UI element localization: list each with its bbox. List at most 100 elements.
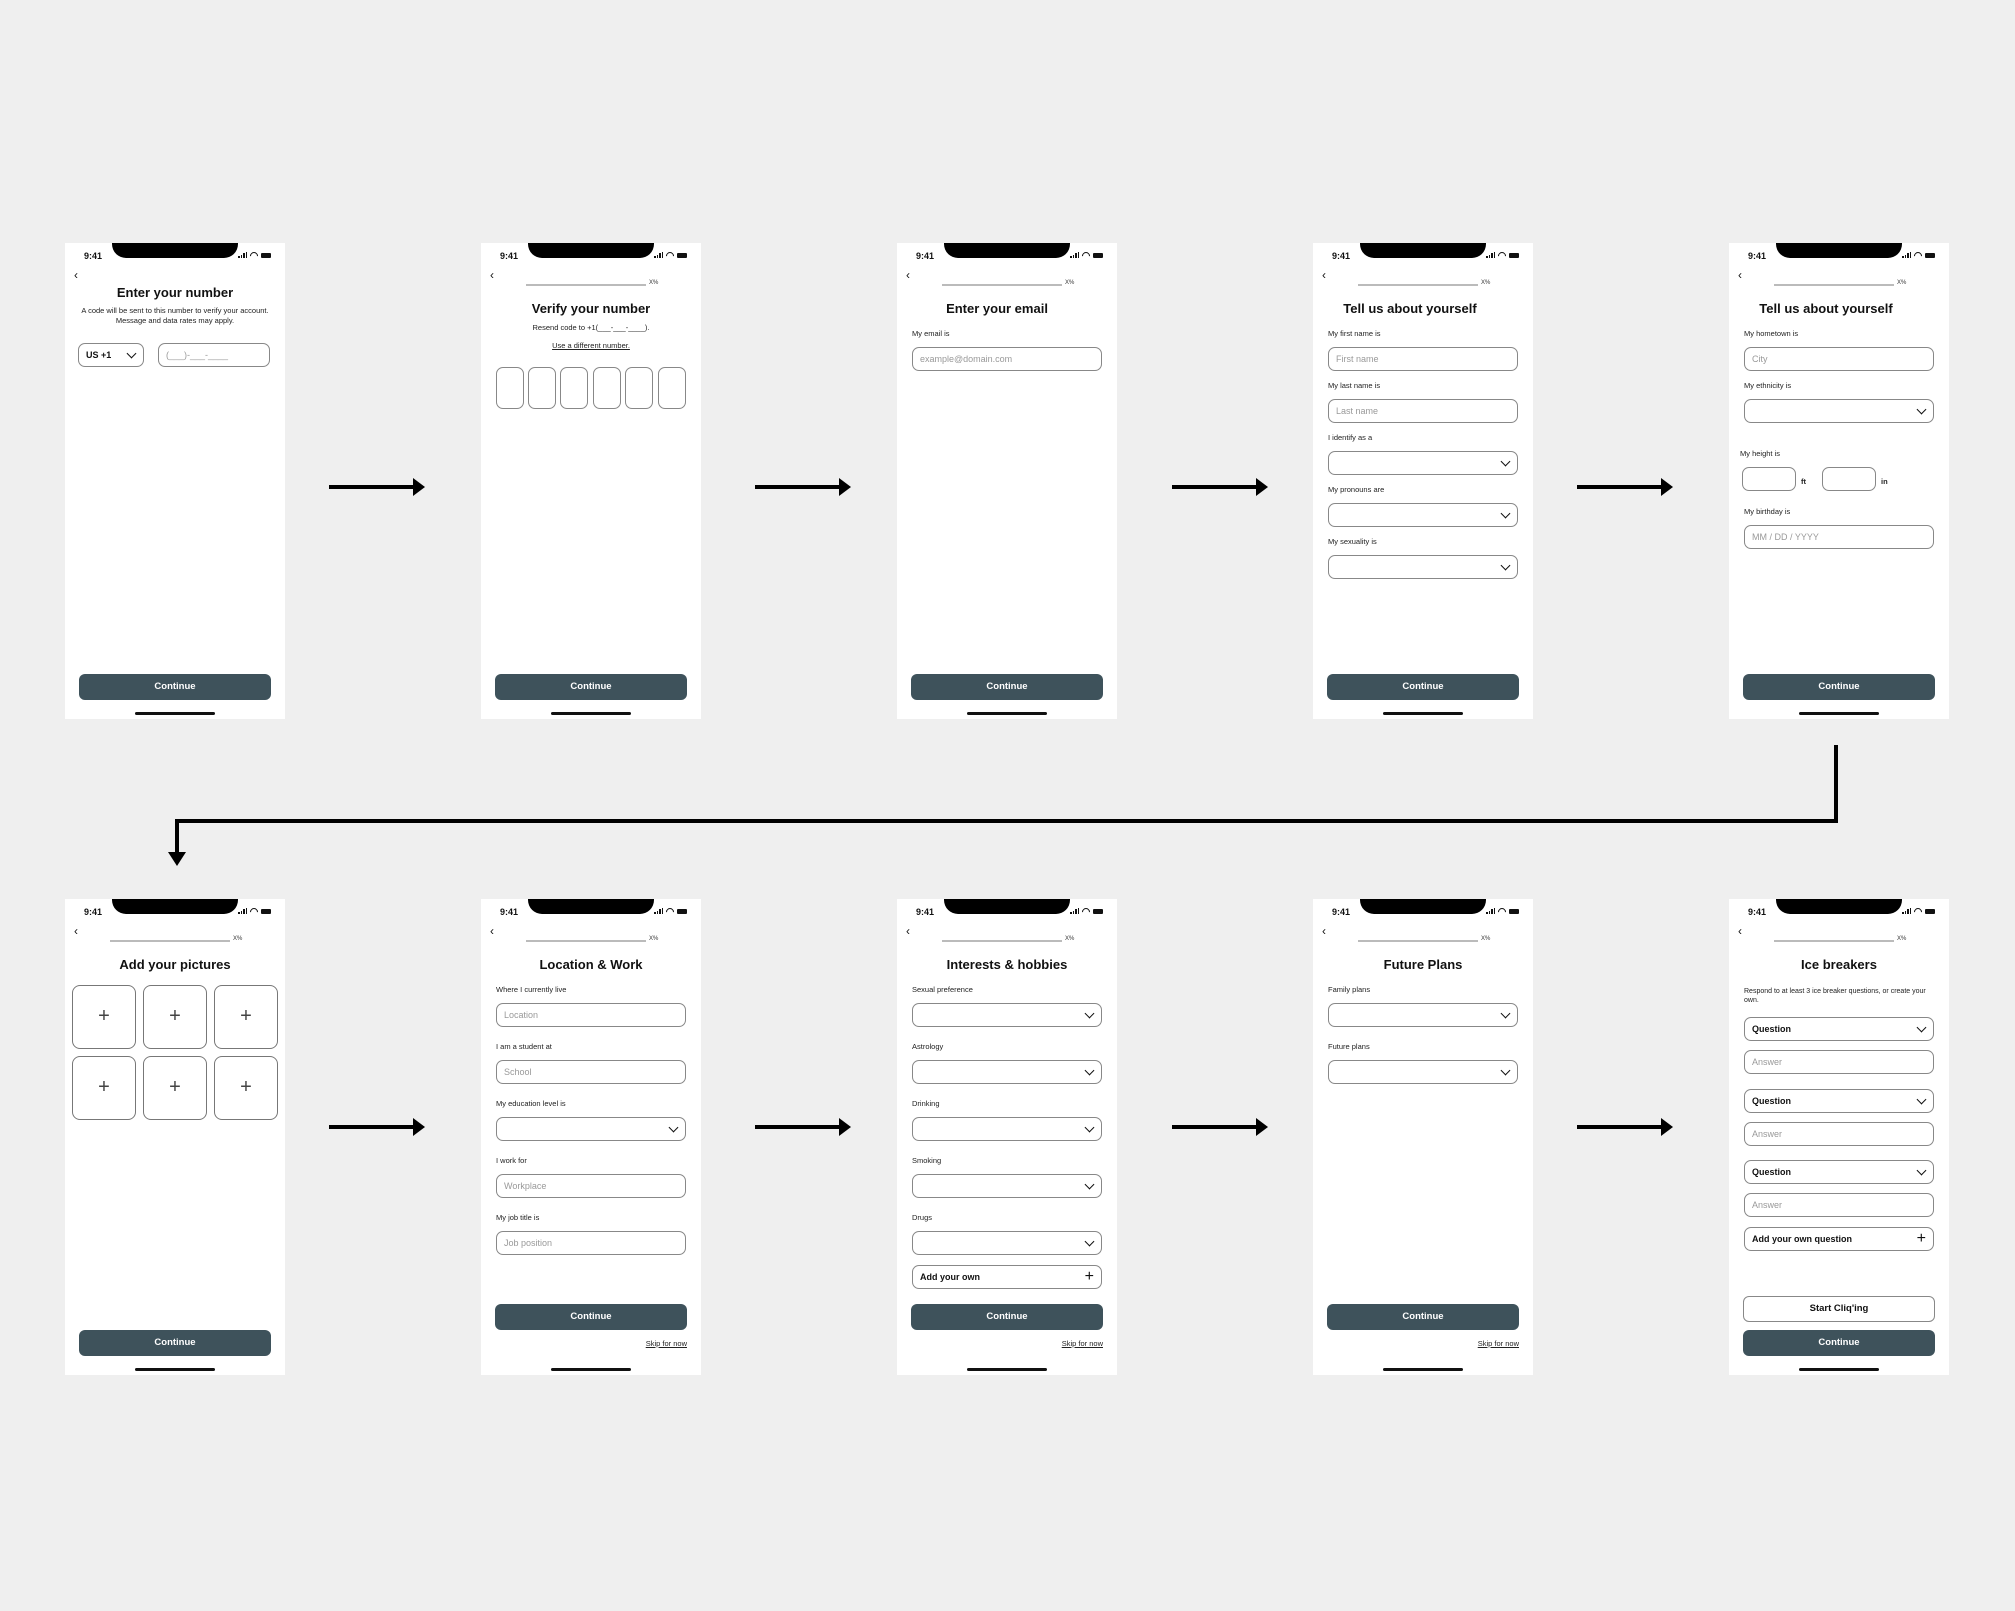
otp-digit-input[interactable] (528, 367, 556, 409)
page-title: Tell us about yourself (1343, 301, 1477, 316)
drugs-select[interactable] (912, 1231, 1102, 1255)
chevron-down-icon (1500, 1008, 1511, 1019)
astrology-select[interactable] (912, 1060, 1102, 1084)
add-photo-slot[interactable]: + (143, 1056, 207, 1120)
continue-button[interactable]: Continue (495, 674, 687, 700)
flow-connector (175, 819, 1838, 823)
flow-arrow (1172, 478, 1268, 496)
page-title: Future Plans (1383, 957, 1463, 972)
continue-button[interactable]: Continue (1327, 1304, 1519, 1330)
workplace-input[interactable]: Workplace (496, 1174, 686, 1198)
question-select[interactable]: Question (1744, 1089, 1934, 1113)
back-chevron-icon[interactable]: ‹ (906, 925, 910, 937)
drinking-select[interactable] (912, 1117, 1102, 1141)
continue-button[interactable]: Continue (911, 674, 1103, 700)
location-input[interactable]: Location (496, 1003, 686, 1027)
back-chevron-icon[interactable]: ‹ (906, 269, 910, 281)
back-chevron-icon[interactable]: ‹ (1322, 269, 1326, 281)
question-select[interactable]: Question (1744, 1160, 1934, 1184)
status-time: 9:41 (500, 251, 519, 261)
family-plans-select[interactable] (1328, 1003, 1518, 1027)
chevron-down-icon (1916, 1165, 1927, 1176)
birthday-input[interactable]: MM / DD / YYYY (1744, 525, 1934, 549)
status-time: 9:41 (84, 251, 103, 261)
back-chevron-icon[interactable]: ‹ (1738, 925, 1742, 937)
height-inches-input[interactable] (1822, 467, 1876, 491)
continue-button[interactable]: Continue (1743, 674, 1935, 700)
country-code-select[interactable]: US +1 (78, 343, 144, 367)
otp-digit-input[interactable] (593, 367, 621, 409)
add-photo-slot[interactable]: + (214, 985, 278, 1049)
education-select[interactable] (496, 1117, 686, 1141)
progress-percent: X% (1897, 936, 1907, 942)
progress-percent: X% (649, 936, 659, 942)
back-chevron-icon[interactable]: ‹ (490, 269, 494, 281)
skip-link[interactable]: Skip for now (1062, 1339, 1103, 1348)
signal-icon (1486, 908, 1495, 914)
question-select[interactable]: Question (1744, 1017, 1934, 1041)
continue-button[interactable]: Continue (911, 1304, 1103, 1330)
height-feet-input[interactable] (1742, 467, 1796, 491)
identify-label: I identify as a (1328, 433, 1373, 442)
start-cliqing-button[interactable]: Start Cliq'ing (1743, 1296, 1935, 1322)
continue-button[interactable]: Continue (1327, 674, 1519, 700)
page-title: Enter your email (946, 301, 1048, 316)
page-title: Ice breakers (1801, 957, 1877, 972)
drinking-label: Drinking (912, 1099, 940, 1108)
screen-future-plans: 9:41 ‹ X% Future Plans Family plans Futu… (1313, 899, 1533, 1375)
sexuality-select[interactable] (1328, 555, 1518, 579)
future-plans-select[interactable] (1328, 1060, 1518, 1084)
hometown-input[interactable]: City (1744, 347, 1934, 371)
add-photo-slot[interactable]: + (214, 1056, 278, 1120)
pronouns-select[interactable] (1328, 503, 1518, 527)
job-label: My job title is (496, 1213, 540, 1222)
add-photo-slot[interactable]: + (72, 985, 136, 1049)
add-photo-slot[interactable]: + (72, 1056, 136, 1120)
work-label: I work for (496, 1156, 527, 1165)
chevron-down-icon (668, 1122, 679, 1133)
identify-select[interactable] (1328, 451, 1518, 475)
battery-icon (261, 908, 271, 914)
add-own-question-button[interactable]: Add your own question + (1744, 1227, 1934, 1251)
phone-input[interactable]: (___)-___-____ (158, 343, 270, 367)
back-chevron-icon[interactable]: ‹ (74, 925, 78, 937)
progress-bar (1774, 940, 1894, 942)
progress-percent: X% (649, 280, 659, 286)
progress-percent: X% (1481, 936, 1491, 942)
different-number-link[interactable]: Use a different number. (493, 341, 689, 351)
back-chevron-icon[interactable]: ‹ (1738, 269, 1742, 281)
icebreakers-subtitle: Respond to at least 3 ice breaker questi… (1744, 988, 1926, 1004)
otp-digit-input[interactable] (560, 367, 588, 409)
otp-digit-input[interactable] (496, 367, 524, 409)
skip-link[interactable]: Skip for now (1478, 1339, 1519, 1348)
back-chevron-icon[interactable]: ‹ (490, 925, 494, 937)
flow-connector (1834, 745, 1838, 823)
add-photo-slot[interactable]: + (143, 985, 207, 1049)
skip-link[interactable]: Skip for now (646, 1339, 687, 1348)
continue-button[interactable]: Continue (1743, 1330, 1935, 1356)
email-input[interactable]: example@domain.com (912, 347, 1102, 371)
continue-button[interactable]: Continue (79, 674, 271, 700)
last-name-input[interactable]: Last name (1328, 399, 1518, 423)
battery-icon (677, 908, 687, 914)
progress-percent: X% (233, 936, 243, 942)
answer-input[interactable]: Answer (1744, 1122, 1934, 1146)
back-chevron-icon[interactable]: ‹ (1322, 925, 1326, 937)
sexual-preference-select[interactable] (912, 1003, 1102, 1027)
answer-input[interactable]: Answer (1744, 1193, 1934, 1217)
home-indicator (551, 1368, 631, 1371)
battery-icon (261, 252, 271, 258)
ethnicity-select[interactable] (1744, 399, 1934, 423)
otp-digit-input[interactable] (658, 367, 686, 409)
add-your-own-button[interactable]: Add your own + (912, 1265, 1102, 1289)
wifi-icon (250, 908, 258, 914)
school-input[interactable]: School (496, 1060, 686, 1084)
otp-digit-input[interactable] (625, 367, 653, 409)
first-name-input[interactable]: First name (1328, 347, 1518, 371)
answer-input[interactable]: Answer (1744, 1050, 1934, 1074)
back-chevron-icon[interactable]: ‹ (74, 269, 78, 281)
job-input[interactable]: Job position (496, 1231, 686, 1255)
continue-button[interactable]: Continue (79, 1330, 271, 1356)
smoking-select[interactable] (912, 1174, 1102, 1198)
continue-button[interactable]: Continue (495, 1304, 687, 1330)
